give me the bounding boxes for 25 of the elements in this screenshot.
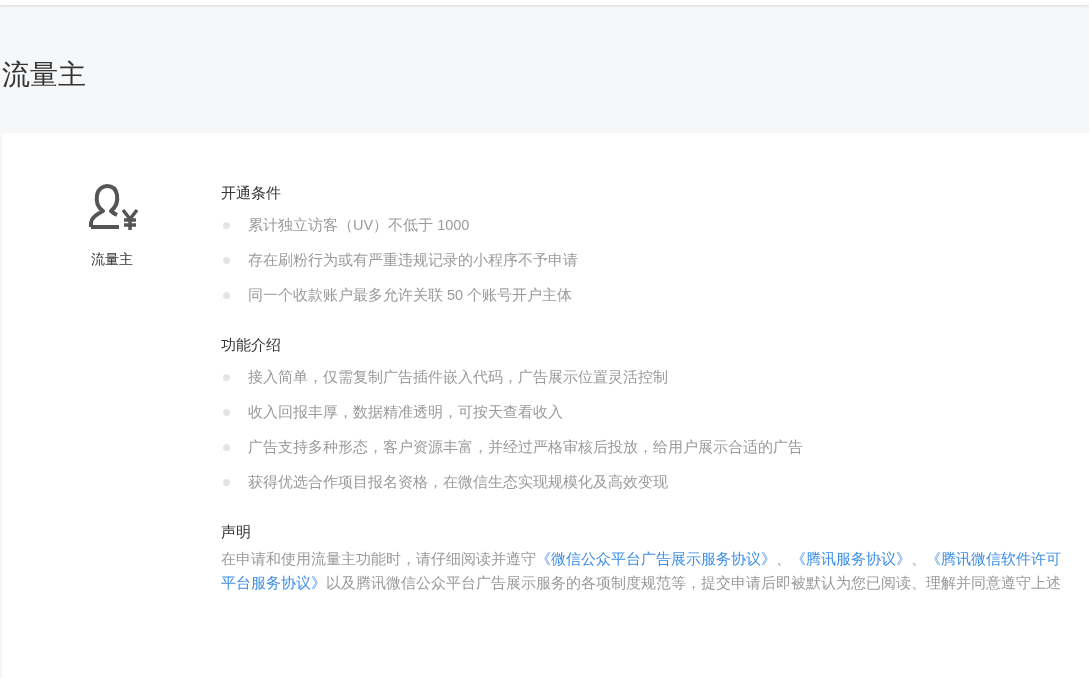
bullet-icon <box>223 409 230 416</box>
section-heading: 开通条件 <box>221 183 281 203</box>
list-item-text: 广告支持多种形态，客户资源丰富，并经过严格审核后投放，给用户展示合适的广告 <box>248 438 803 457</box>
section-heading: 声明 <box>221 522 251 542</box>
page-title: 流量主 <box>1 58 87 92</box>
list-item-text: 存在刷粉行为或有严重违规记录的小程序不予申请 <box>248 251 578 270</box>
section-heading: 功能介绍 <box>221 335 281 355</box>
agreement-link[interactable]: 《腾讯微信软件许可 <box>926 551 1061 567</box>
agreement-link[interactable]: 《微信公众平台广告展示服务协议》 <box>536 551 776 567</box>
list-item-text: 获得优选合作项目报名资格，在微信生态实现规模化及高效变现 <box>248 473 668 492</box>
list-item-text: 收入回报丰厚，数据精准透明，可按天查看收入 <box>248 403 563 422</box>
bullet-icon <box>223 444 230 451</box>
list-item-text: 接入简单，仅需复制广告插件嵌入代码，广告展示位置灵活控制 <box>248 368 668 387</box>
statement-text: 在申请和使用流量主功能时，请仔细阅读并遵守《微信公众平台广告展示服务协议》、《腾讯服务协议》、《腾讯微信软件许可 <box>221 550 1061 569</box>
bullet-icon <box>223 292 230 299</box>
agreement-link[interactable]: 《腾讯服务协议》 <box>791 551 911 567</box>
agreement-link[interactable]: 平台服务协议》 <box>221 575 326 591</box>
bullet-icon <box>223 257 230 264</box>
statement-text: 平台服务协议》以及腾讯微信公众平台广告展示服务的各项制度规范等，提交申请后即被默认为您已阅读、理解并同意遵守上述 <box>221 574 1061 593</box>
bullet-icon <box>223 222 230 229</box>
list-item-text: 同一个收款账户最多允许关联 50 个账号开户主体 <box>248 286 573 305</box>
product-name: 流量主 <box>90 251 133 269</box>
bullet-icon <box>223 374 230 381</box>
list-item-text: 累计独立访客（UV）不低于 1000 <box>248 216 470 235</box>
bullet-icon <box>223 479 230 486</box>
